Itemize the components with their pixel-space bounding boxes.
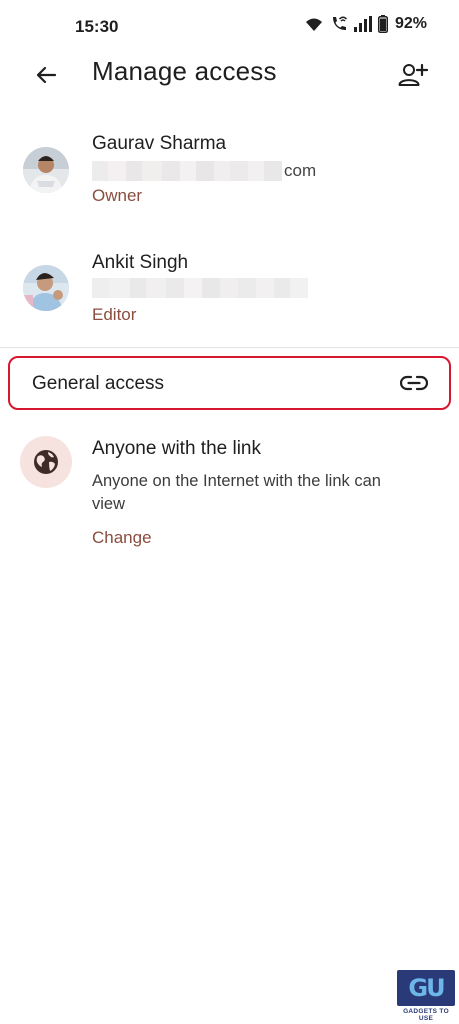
change-access-button[interactable]: Change [92, 528, 152, 548]
page-title: Manage access [92, 56, 277, 86]
signal-icon [353, 16, 372, 32]
person-role: Editor [92, 305, 137, 324]
battery-percent: 92% [394, 15, 427, 32]
status-icons: 92% [304, 15, 427, 33]
watermark-letters: GU [408, 974, 445, 1002]
link-icon [400, 375, 428, 391]
arrow-back-icon [36, 66, 57, 84]
avatar-photo [23, 147, 69, 193]
globe-icon [34, 450, 58, 474]
person-add-icon [398, 63, 428, 86]
watermark-logo: GU GADGETS TO USE [397, 970, 455, 1022]
person-row-editor[interactable]: Ankit Singh Editor [0, 250, 459, 340]
person-email: com [92, 160, 316, 182]
divider [0, 347, 459, 348]
person-row-owner[interactable]: Gaurav Sharma com Owner [0, 130, 459, 220]
redacted-email [92, 161, 282, 181]
wifi-icon [305, 18, 322, 31]
avatar [23, 265, 69, 311]
copy-link-button[interactable] [399, 371, 429, 395]
link-access-title: Anyone with the link [92, 438, 261, 459]
person-email [92, 277, 308, 299]
wifi-calling-icon [332, 16, 347, 30]
email-suffix: com [284, 161, 317, 180]
back-button[interactable] [28, 60, 64, 90]
link-access-row: Anyone with the link Anyone on the Inter… [0, 430, 459, 560]
link-access-description: Anyone on the Internet with the link can… [92, 472, 381, 513]
avatar-photo [23, 265, 69, 311]
status-time: 15:30 [75, 17, 119, 36]
person-role: Owner [92, 186, 143, 205]
person-name: Gaurav Sharma [92, 133, 227, 154]
battery-icon [377, 15, 388, 33]
general-access-section[interactable]: General access [8, 356, 451, 410]
watermark-box: GU [397, 970, 455, 1006]
app-bar: Manage access [0, 52, 459, 98]
general-access-label: General access [32, 373, 165, 394]
add-person-button[interactable] [395, 60, 431, 90]
avatar [23, 147, 69, 193]
watermark-text: GADGETS TO USE [403, 1008, 449, 1022]
globe-badge [20, 436, 72, 488]
redacted-email [92, 278, 308, 298]
person-name: Ankit Singh [92, 252, 189, 273]
status-bar: 15:30 92% [0, 0, 459, 56]
